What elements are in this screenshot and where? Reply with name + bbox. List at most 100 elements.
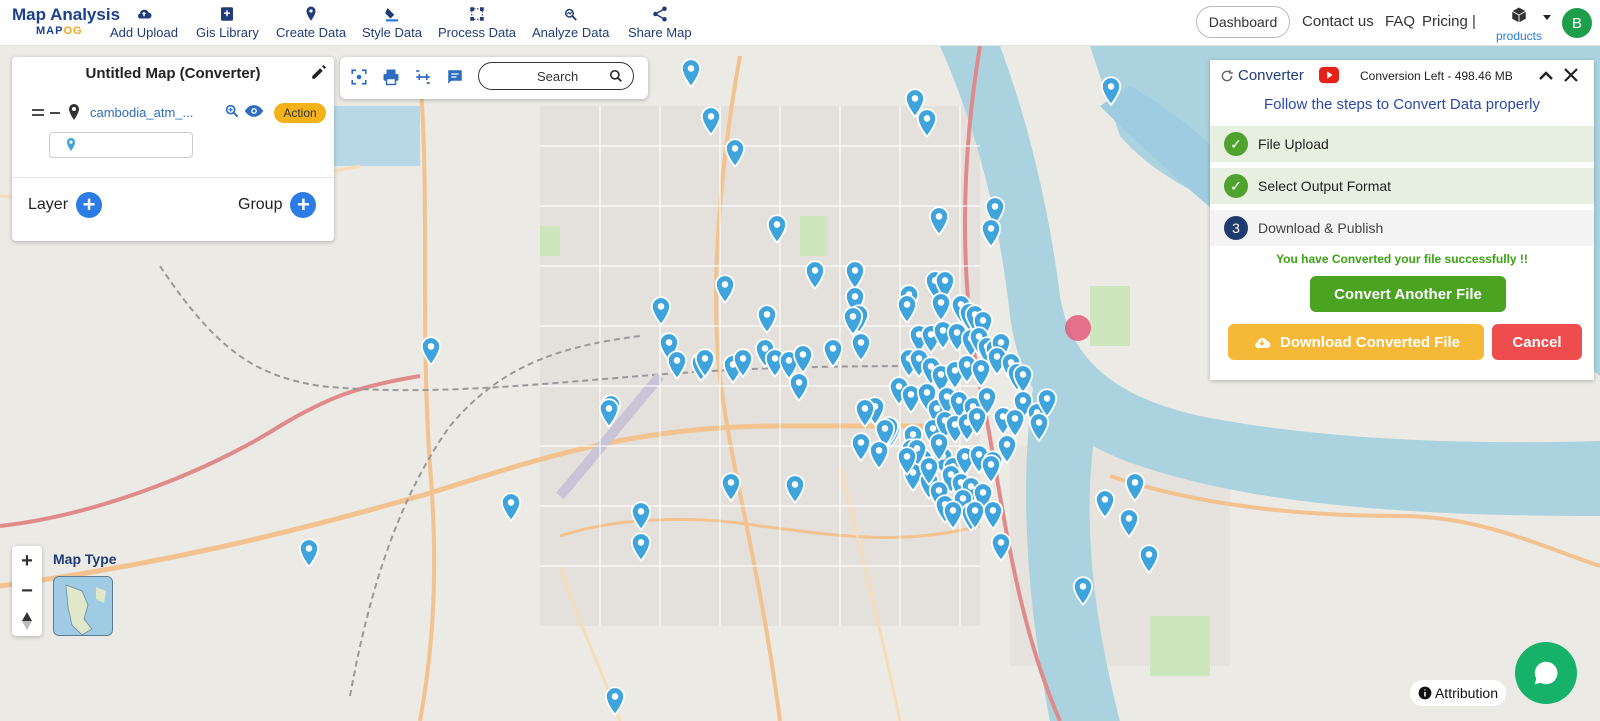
- nav-create-data[interactable]: Create Data: [276, 5, 346, 40]
- close-icon[interactable]: [1564, 68, 1578, 82]
- atm-marker-icon[interactable]: [854, 398, 876, 428]
- cancel-button[interactable]: Cancel: [1492, 324, 1582, 360]
- zoom-control: + −: [12, 546, 42, 636]
- products-label: products: [1495, 29, 1543, 43]
- edit-pencil-icon[interactable]: [310, 63, 328, 81]
- atm-marker-icon[interactable]: [1124, 472, 1146, 502]
- atm-marker-icon[interactable]: [1094, 489, 1116, 519]
- atm-marker-icon[interactable]: [680, 58, 702, 88]
- layer-action-button[interactable]: Action: [274, 103, 326, 123]
- map-type-thumbnail[interactable]: [53, 576, 113, 636]
- atm-marker-icon[interactable]: [598, 398, 620, 428]
- products-menu[interactable]: products: [1484, 6, 1554, 43]
- nav-analyze-data[interactable]: Analyze Data: [532, 5, 609, 40]
- minus-icon[interactable]: [50, 109, 60, 117]
- share-icon: [653, 6, 667, 22]
- atm-marker-icon[interactable]: [694, 348, 716, 378]
- atm-marker-icon[interactable]: [896, 294, 918, 324]
- cloud-download-icon: [1255, 338, 1271, 348]
- location-input[interactable]: [49, 132, 193, 158]
- atm-marker-icon[interactable]: [604, 686, 626, 716]
- atm-marker-icon[interactable]: [724, 138, 746, 168]
- zoom-out-button[interactable]: −: [12, 576, 42, 606]
- converter-panel: Converter Conversion Left - 498.46 MB Fo…: [1210, 60, 1594, 380]
- zoom-in-button[interactable]: +: [12, 546, 42, 576]
- layer-name[interactable]: cambodia_atm_...: [90, 105, 193, 120]
- atm-marker-icon[interactable]: [896, 446, 918, 476]
- atm-marker-icon[interactable]: [980, 218, 1002, 248]
- atm-marker-icon[interactable]: [720, 472, 742, 502]
- atm-marker-icon[interactable]: [650, 296, 672, 326]
- atm-marker-icon[interactable]: [916, 108, 938, 138]
- map-search-input[interactable]: Search: [478, 62, 634, 90]
- atm-marker-icon[interactable]: [756, 304, 778, 334]
- chat-support-button[interactable]: [1515, 642, 1577, 704]
- converter-title: Converter: [1238, 67, 1304, 84]
- atm-marker-icon[interactable]: [842, 306, 864, 336]
- atm-marker-icon[interactable]: [732, 348, 754, 378]
- plus-icon: +: [76, 192, 103, 218]
- atm-marker-icon[interactable]: [804, 260, 826, 290]
- nav-label: Add Upload: [110, 25, 178, 40]
- fullscreen-icon[interactable]: [350, 68, 368, 86]
- step-select-output-format: ✓ Select Output Format: [1210, 168, 1594, 204]
- nav-style-data[interactable]: Style Data: [362, 5, 422, 40]
- divider: [12, 177, 334, 178]
- pricing-link[interactable]: Pricing |: [1422, 13, 1476, 30]
- atm-marker-icon[interactable]: [868, 440, 890, 470]
- atm-marker-icon[interactable]: [1118, 508, 1140, 538]
- top-navbar: Map Analysis MAPOG Add Upload Gis Librar…: [0, 0, 1600, 46]
- atm-marker-icon[interactable]: [928, 206, 950, 236]
- atm-marker-icon[interactable]: [420, 336, 442, 366]
- atm-marker-icon[interactable]: [1100, 76, 1122, 106]
- nav-gis-library[interactable]: Gis Library: [196, 5, 259, 40]
- measure-icon[interactable]: [414, 68, 432, 86]
- atm-marker-icon[interactable]: [822, 338, 844, 368]
- atm-marker-icon[interactable]: [982, 500, 1004, 530]
- youtube-icon[interactable]: [1318, 65, 1340, 85]
- atm-marker-icon[interactable]: [850, 332, 872, 362]
- atm-marker-icon[interactable]: [700, 106, 722, 136]
- library-icon: [221, 7, 234, 21]
- map-thumbnail-image: [54, 577, 112, 635]
- atm-marker-icon[interactable]: [298, 538, 320, 568]
- analyze-icon: [564, 8, 577, 21]
- visibility-eye-icon[interactable]: [244, 104, 264, 118]
- add-layer-button[interactable]: Layer +: [28, 192, 103, 218]
- nav-share-map[interactable]: Share Map: [628, 5, 692, 40]
- atm-marker-icon[interactable]: [784, 474, 806, 504]
- brand-logo[interactable]: Map Analysis MAPOG: [12, 5, 120, 37]
- atm-marker-icon[interactable]: [966, 406, 988, 436]
- atm-marker-icon[interactable]: [666, 350, 688, 380]
- atm-marker-icon[interactable]: [630, 501, 652, 531]
- atm-marker-icon[interactable]: [930, 292, 952, 322]
- zoom-to-layer-icon[interactable]: [224, 103, 240, 119]
- print-icon[interactable]: [382, 68, 400, 86]
- contact-link[interactable]: Contact us: [1302, 13, 1374, 30]
- nav-add-upload[interactable]: Add Upload: [110, 5, 178, 40]
- north-reset-button[interactable]: [12, 606, 42, 636]
- atm-marker-icon[interactable]: [1028, 412, 1050, 442]
- nav-process-data[interactable]: Process Data: [438, 5, 516, 40]
- faq-link[interactable]: FAQ: [1385, 13, 1415, 30]
- comment-icon[interactable]: [446, 68, 464, 86]
- atm-marker-icon[interactable]: [990, 532, 1012, 562]
- atm-marker-icon[interactable]: [792, 344, 814, 374]
- dashboard-button[interactable]: Dashboard: [1196, 6, 1290, 38]
- attribution-button[interactable]: Attribution: [1410, 680, 1506, 706]
- atm-marker-icon[interactable]: [1138, 544, 1160, 574]
- user-avatar[interactable]: B: [1562, 8, 1592, 38]
- atm-marker-icon[interactable]: [788, 372, 810, 402]
- atm-marker-icon[interactable]: [1072, 576, 1094, 606]
- atm-marker-icon[interactable]: [630, 532, 652, 562]
- atm-marker-icon[interactable]: [918, 456, 940, 486]
- convert-another-file-button[interactable]: Convert Another File: [1310, 276, 1506, 312]
- collapse-chevron-icon[interactable]: [1538, 68, 1554, 82]
- atm-marker-icon[interactable]: [500, 492, 522, 522]
- atm-marker-icon[interactable]: [766, 214, 788, 244]
- drag-handle-icon[interactable]: [32, 109, 44, 117]
- atm-marker-icon[interactable]: [980, 454, 1002, 484]
- add-group-button[interactable]: Group +: [238, 192, 317, 218]
- atm-marker-icon[interactable]: [714, 274, 736, 304]
- download-converted-file-button[interactable]: Download Converted File: [1228, 324, 1484, 360]
